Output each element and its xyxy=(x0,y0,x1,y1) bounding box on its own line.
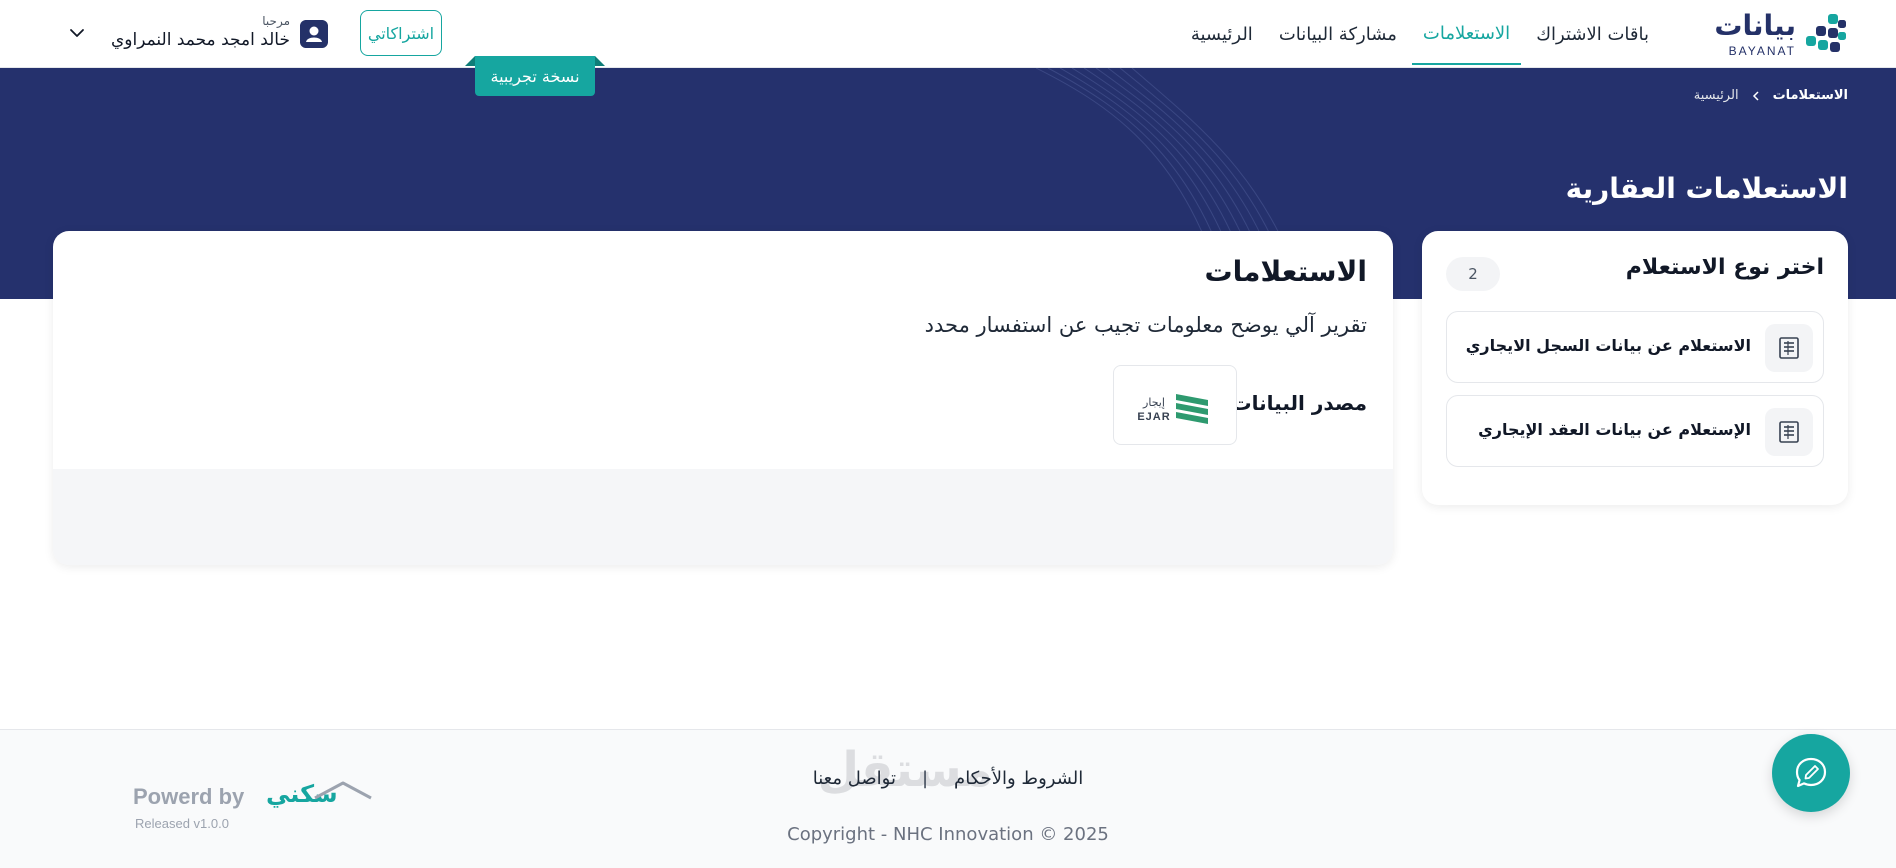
beta-version-tag: نسخة تجريبية xyxy=(465,56,605,96)
ejar-logo: إيجار EJAR xyxy=(1113,365,1237,445)
main-nav: الرئيسية مشاركة البيانات الاستعلامات باق… xyxy=(1176,0,1660,68)
footer-divider: | xyxy=(921,768,929,789)
user-greeting: مرحبا xyxy=(262,14,290,28)
inquiry-option-label: الإستعلام عن بيانات العقد الإيجاري xyxy=(1478,420,1751,439)
user-name: خالد امجد محمد النمراوي xyxy=(110,30,290,50)
powered-by-text: Powerd by xyxy=(133,784,245,809)
inquiry-type-panel: اختر نوع الاستعلام 2 الاستعلام عن بيانات… xyxy=(1422,231,1848,505)
inquiries-card-description: تقرير آلي يوضح معلومات تجيب عن استفسار م… xyxy=(924,313,1367,337)
inquiry-count-badge: 2 xyxy=(1446,257,1500,291)
bayanat-logo[interactable]: بيانات BAYANAT xyxy=(1714,8,1848,58)
nav-data-sharing[interactable]: مشاركة البيانات xyxy=(1268,3,1408,65)
inquiries-card-title: الاستعلامات xyxy=(1204,255,1367,288)
data-source-label: مصدر البيانات xyxy=(1231,391,1367,415)
nav-subscription-plans[interactable]: باقات الاشتراك xyxy=(1525,3,1660,65)
nav-home[interactable]: الرئيسية xyxy=(1180,3,1264,65)
inquiry-option-label: الاستعلام عن بيانات السجل الايجاري xyxy=(1465,336,1751,355)
chevron-down-icon[interactable] xyxy=(68,24,86,42)
page-title: الاستعلامات العقارية xyxy=(1565,172,1848,205)
top-header: بيانات BAYANAT الرئيسية مشاركة البيانات … xyxy=(0,0,1896,68)
inquiry-option-rental-contract[interactable]: الإستعلام عن بيانات العقد الإيجاري xyxy=(1446,395,1824,467)
inquiry-type-title: اختر نوع الاستعلام xyxy=(1625,255,1824,280)
document-list-icon xyxy=(1765,408,1813,456)
inquiry-option-rental-register[interactable]: الاستعلام عن بيانات السجل الايجاري xyxy=(1446,311,1824,383)
card-footer-band xyxy=(53,469,1393,565)
terms-link[interactable]: الشروط والأحكام xyxy=(954,768,1083,789)
logo-text: بيانات xyxy=(1714,9,1796,42)
contact-link[interactable]: تواصل معنا xyxy=(813,768,896,789)
ejar-logo-ar: إيجار xyxy=(1142,396,1165,409)
breadcrumb-current: الاستعلامات xyxy=(1772,88,1848,103)
breadcrumb-home[interactable]: الرئيسية xyxy=(1694,88,1739,103)
my-subscriptions-button[interactable]: اشتراكاتي xyxy=(360,10,442,56)
document-list-icon xyxy=(1765,324,1813,372)
chat-support-button[interactable] xyxy=(1772,734,1850,812)
breadcrumb: الرئيسية الاستعلامات xyxy=(1694,88,1848,103)
nav-inquiries[interactable]: الاستعلامات xyxy=(1411,3,1522,65)
release-version: Released v1.0.0 xyxy=(135,816,229,831)
chat-bubble-icon xyxy=(1795,757,1827,788)
logo-subtext: BAYANAT xyxy=(1728,44,1796,58)
powered-by-sakani: Powerd by سكني Released v1.0.0 xyxy=(133,780,373,840)
ejar-logo-en: EJAR xyxy=(1137,411,1170,423)
bayanat-logo-mark-icon xyxy=(1806,14,1846,52)
inquiries-card: الاستعلامات تقرير آلي يوضح معلومات تجيب … xyxy=(53,231,1393,565)
user-menu[interactable]: مرحبا خالد امجد محمد النمراوي xyxy=(68,12,330,56)
sakani-roof-icon xyxy=(314,781,372,800)
chevron-left-icon xyxy=(1752,90,1759,101)
page-footer: مستقل الشروط والأحكام | تواصل معنا Copyr… xyxy=(0,729,1896,868)
user-avatar-icon xyxy=(300,20,328,48)
